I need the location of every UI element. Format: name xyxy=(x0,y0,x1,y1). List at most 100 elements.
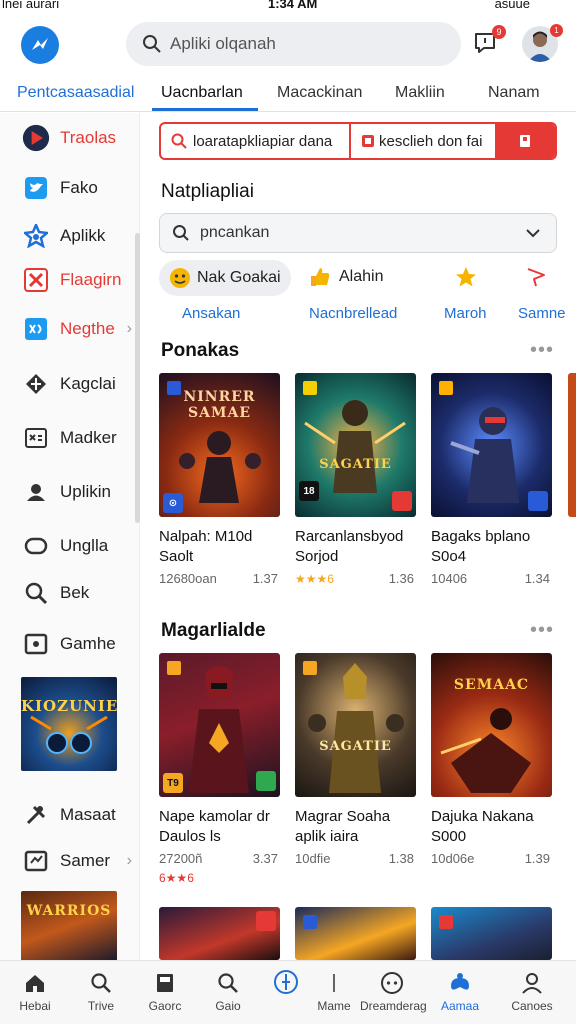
game-card[interactable]: SAGATIE 18 Rarcanlansbyod Sorjod ★★★6 1.3… xyxy=(295,373,416,586)
corner-badge-icon xyxy=(256,771,276,791)
nav-gaio[interactable]: Gaio xyxy=(196,961,260,1024)
chip-row: Nak Goakai Alahin Ansakan Nacnbrellead M… xyxy=(159,260,576,332)
sidebar-item-gamhe[interactable]: Gamhe xyxy=(0,624,140,664)
sidebar-item-fako[interactable]: Fako xyxy=(0,168,140,208)
nav-label: Gaio xyxy=(215,999,241,1013)
game-card[interactable] xyxy=(431,907,552,960)
bookmark-icon xyxy=(520,135,530,147)
avatar-badge: 1 xyxy=(550,24,563,37)
tab-makliin[interactable]: Makliin xyxy=(395,84,445,102)
sidebar-item-flaagirn[interactable]: Flaagirn xyxy=(0,260,140,300)
game-card[interactable]: NINRER SAMAE ⊙ Nalpah: M10d Saolt 12680o… xyxy=(159,373,280,586)
notification-button[interactable]: 9 xyxy=(472,25,506,58)
tab-pentcasaasadial[interactable]: Pentcasaasadial xyxy=(17,84,134,102)
nav-hebai[interactable]: Hebai xyxy=(3,961,67,1024)
profile-icon xyxy=(520,971,544,995)
sidebar-item-label: Bek xyxy=(60,583,90,602)
chip-samne[interactable] xyxy=(525,266,547,288)
sidebar-item-bek[interactable]: Bek xyxy=(0,573,140,613)
nav-mame[interactable]: Mame xyxy=(302,961,366,1024)
game-card[interactable] xyxy=(159,907,280,960)
sidebar-item-uplikin[interactable]: Uplikin xyxy=(0,472,140,512)
nav-label: Trive xyxy=(87,999,115,1013)
nav-gaorc[interactable]: Gaorc xyxy=(133,961,197,1024)
game-card[interactable]: T9 Nape kamolar dr Daulos ls 27200ñ 3.37 … xyxy=(159,653,280,885)
game-card[interactable]: SEMAAC Dajuka Nakana S000 10d06e 1.39 xyxy=(431,653,552,866)
search-input[interactable]: Apliki olqanah xyxy=(126,22,461,66)
game-cover xyxy=(431,907,552,960)
age-badge-icon: 18 xyxy=(299,481,319,501)
sidebar-item-samer[interactable]: Samer › xyxy=(0,841,140,881)
nav-aamaa[interactable]: Aamaa xyxy=(428,961,492,1024)
tools-icon xyxy=(22,801,50,829)
image-box-icon xyxy=(22,424,50,452)
divider-icon xyxy=(322,971,346,995)
category-dropdown[interactable]: pncankan xyxy=(159,213,557,253)
tag-icon xyxy=(362,135,374,147)
sidebar-promo-thumb-1[interactable]: KIOZUNIE xyxy=(21,677,117,771)
publisher-logo-icon xyxy=(303,915,317,929)
card-title-line1: Dajuka Nakana xyxy=(431,808,534,825)
game-card[interactable]: SAGATIE Magrar Soaha aplik iaira 10dfie 1… xyxy=(295,653,416,866)
section-title: Ponakas xyxy=(161,340,240,361)
status-bar: lnei aurari 1:34 AM asuue xyxy=(0,0,576,12)
card-stars: ★★★6 xyxy=(295,572,334,586)
chip-maroh[interactable] xyxy=(455,266,477,288)
game-cover xyxy=(159,907,280,960)
chip-sub-label[interactable]: Maroh xyxy=(444,305,487,322)
search-placeholder: Apliki olqanah xyxy=(170,34,276,53)
magnifier-icon xyxy=(22,579,50,607)
section-title: Magarlialde xyxy=(161,620,266,641)
game-card[interactable]: Bagaks bplano S0o4 10406 1.34 xyxy=(431,373,552,586)
chip-alahin[interactable]: Alahin xyxy=(309,266,383,288)
search-icon xyxy=(171,133,187,149)
chevron-right-icon: › xyxy=(126,852,132,869)
sidebar-item-masaat[interactable]: Masaat xyxy=(0,795,140,835)
chip-sub-label[interactable]: Ansakan xyxy=(182,305,240,322)
search-icon xyxy=(143,35,161,53)
chip-nak-goakai[interactable]: Nak Goakai xyxy=(159,260,291,296)
sidebar-item-unglla[interactable]: Unglla xyxy=(0,526,140,566)
filter-action-button[interactable] xyxy=(495,124,555,158)
filter-search-segment[interactable]: loaratapkliapiar dana xyxy=(161,124,351,158)
thumb-art-icon xyxy=(30,715,108,754)
game-card-peek[interactable] xyxy=(568,373,576,517)
sidebar-item-traolas[interactable]: Traolas xyxy=(0,118,140,158)
tab-macackinan[interactable]: Macackinan xyxy=(277,84,362,102)
sidebar-item-label: Flaagirn xyxy=(60,270,122,289)
sidebar-item-negthe[interactable]: Negthe › xyxy=(0,309,140,349)
game-card[interactable] xyxy=(295,907,416,960)
chip-sub-label[interactable]: Nacnbrellead xyxy=(309,305,397,322)
sidebar-item-aplikk[interactable]: Aplikk xyxy=(0,216,140,256)
corner-badge-icon xyxy=(256,911,276,931)
sidebar-promo-thumb-2[interactable]: WARRIOS xyxy=(21,891,117,961)
more-options-icon[interactable]: ••• xyxy=(530,339,554,362)
cover-title: SAGATIE xyxy=(319,739,392,754)
card-title-line2: Daulos ls xyxy=(159,828,221,845)
top-tabs: Pentcasaasadial Uacnbarlan Macackinan Ma… xyxy=(0,78,576,112)
app-logo[interactable] xyxy=(21,26,59,64)
nav-canoes[interactable]: Canoes xyxy=(500,961,564,1024)
warrior-art-icon xyxy=(440,708,531,793)
card-meta: 10406 xyxy=(431,571,468,586)
sidebar-item-label: Negthe xyxy=(60,319,115,338)
tab-nanam[interactable]: Nanam xyxy=(488,84,540,102)
card-rating: 3.37 xyxy=(252,851,278,866)
filter-sort-segment[interactable]: kesclieh don fai xyxy=(351,124,495,158)
card-title-line1: Magrar Soaha xyxy=(295,808,391,825)
nav-trive[interactable]: Trive xyxy=(69,961,133,1024)
nav-dreamderag[interactable]: Dreamderag xyxy=(360,961,427,1024)
tab-uacnbarlan[interactable]: Uacnbarlan xyxy=(161,84,243,102)
search-icon xyxy=(89,971,113,995)
chip-label: Nak Goakai xyxy=(197,269,281,286)
chip-sub-label[interactable]: Samne xyxy=(518,305,566,322)
nav-label: Dreamderag xyxy=(360,999,427,1013)
more-options-icon[interactable]: ••• xyxy=(530,619,554,642)
card-title-line1: Nalpah: M10d xyxy=(159,528,253,545)
sidebar-item-kagclai[interactable]: Kagclai xyxy=(0,364,140,404)
search-icon xyxy=(173,225,189,241)
play-triangle-icon xyxy=(22,124,50,152)
star-badge-icon xyxy=(22,222,50,250)
battery-label: asuue xyxy=(494,0,530,11)
sidebar-item-madker[interactable]: Madker xyxy=(0,418,140,458)
